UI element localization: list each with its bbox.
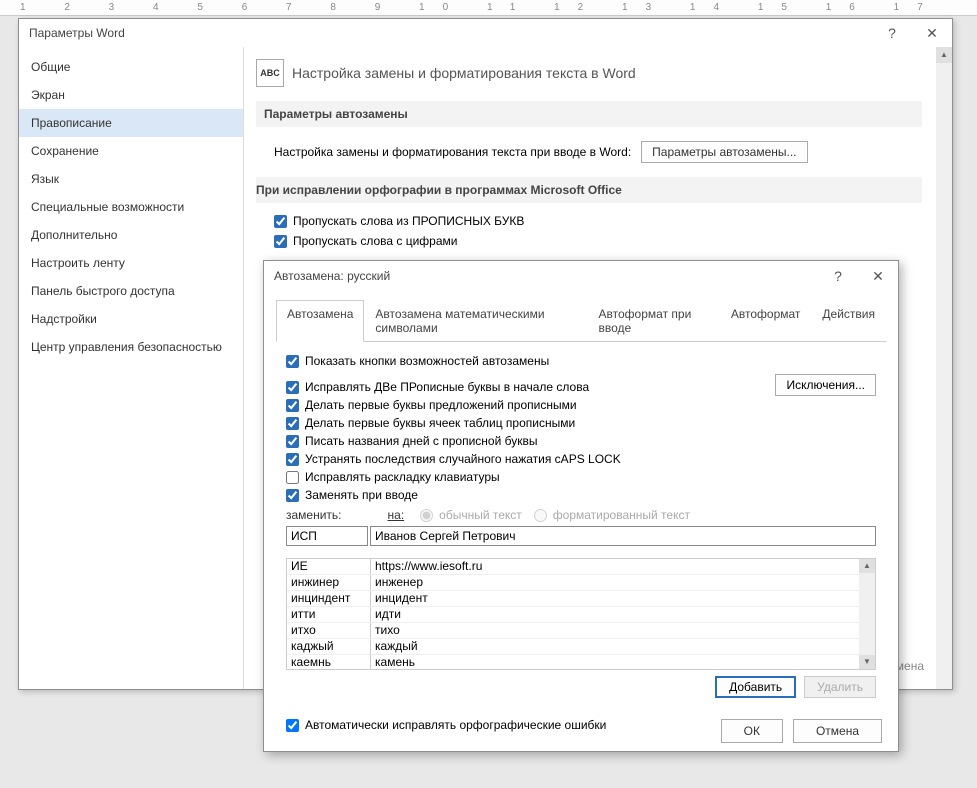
scroll-up-icon[interactable]: ▲	[936, 47, 952, 63]
autocorrect-dialog: Автозамена: русский ? ✕ АвтозаменаАвтоза…	[263, 260, 899, 752]
options-titlebar: Параметры Word ? ✕	[19, 19, 952, 47]
ok-button[interactable]: ОК	[721, 719, 783, 743]
chk-layout-label: Исправлять раскладку клавиатуры	[305, 470, 500, 484]
chk-replace-on-type-label: Заменять при вводе	[305, 488, 418, 502]
autocorrect-title-text: Автозамена: русский	[274, 269, 390, 283]
list-cell-from: каджый	[287, 639, 371, 654]
sidebar-item[interactable]: Дополнительно	[19, 221, 243, 249]
scroll-up-icon[interactable]: ▲	[859, 559, 875, 573]
chk-capslock-label: Устранять последствия случайного нажатия…	[305, 452, 621, 466]
cancel-button[interactable]: Отмена	[793, 719, 882, 743]
tab[interactable]: Автозамена	[276, 300, 364, 342]
exceptions-button[interactable]: Исключения...	[775, 374, 876, 396]
sidebar-item[interactable]: Экран	[19, 81, 243, 109]
chk-cells[interactable]	[286, 417, 299, 430]
sidebar-item[interactable]: Настроить ленту	[19, 249, 243, 277]
hidden-cancel-hint: мена	[896, 659, 924, 673]
list-cell-to: инцидент	[371, 591, 875, 606]
list-cell-to: тихо	[371, 623, 875, 638]
close-icon[interactable]: ✕	[858, 261, 898, 291]
abc-check-icon: ABC	[256, 59, 284, 87]
replace-label: заменить:	[286, 508, 342, 522]
chk-two-caps[interactable]	[286, 381, 299, 394]
autocorrect-params-label: Настройка замены и форматирования текста…	[274, 145, 631, 159]
with-label: на:	[388, 508, 405, 522]
chk-auto-spell[interactable]	[286, 719, 299, 732]
list-row[interactable]: каемнькамень	[287, 655, 875, 670]
main-header-title: Настройка замены и форматирования текста…	[292, 65, 636, 81]
radio-formatted-text	[534, 509, 547, 522]
sidebar-item[interactable]: Панель быстрого доступа	[19, 277, 243, 305]
list-row[interactable]: каджыйкаждый	[287, 639, 875, 655]
list-row[interactable]: инциндентинцидент	[287, 591, 875, 607]
sidebar-item[interactable]: Язык	[19, 165, 243, 193]
sidebar-item[interactable]: Центр управления безопасностью	[19, 333, 243, 361]
sidebar-item[interactable]: Специальные возможности	[19, 193, 243, 221]
chk-days[interactable]	[286, 435, 299, 448]
chk-show-buttons[interactable]	[286, 355, 299, 368]
help-icon[interactable]: ?	[872, 19, 912, 47]
tab[interactable]: Автоформат	[720, 300, 812, 342]
list-row[interactable]: ИЕhttps://www.iesoft.ru	[287, 559, 875, 575]
chk-capslock[interactable]	[286, 453, 299, 466]
list-cell-from: ИЕ	[287, 559, 371, 574]
autocorrect-tabs: АвтозаменаАвтозамена математическими сим…	[276, 299, 886, 342]
ruler: 1 2 3 4 5 6 7 8 9 10 11 12 13 14 15 16 1…	[0, 0, 977, 16]
chk-skip-numbers[interactable]	[274, 235, 287, 248]
sidebar-item[interactable]: Надстройки	[19, 305, 243, 333]
close-icon[interactable]: ✕	[912, 19, 952, 47]
chk-sentence-label: Делать первые буквы предложений прописны…	[305, 398, 577, 412]
chk-days-label: Писать названия дней с прописной буквы	[305, 434, 537, 448]
list-row[interactable]: иттиидти	[287, 607, 875, 623]
list-cell-to: идти	[371, 607, 875, 622]
list-row[interactable]: инжинеринженер	[287, 575, 875, 591]
chk-sentence[interactable]	[286, 399, 299, 412]
sidebar-item[interactable]: Общие	[19, 53, 243, 81]
scroll-down-icon[interactable]: ▼	[859, 655, 875, 669]
options-sidebar: ОбщиеЭкранПравописаниеСохранениеЯзыкСпец…	[19, 47, 244, 689]
list-cell-from: инжинер	[287, 575, 371, 590]
list-cell-to: инженер	[371, 575, 875, 590]
chk-cells-label: Делать первые буквы ячеек таблиц прописн…	[305, 416, 575, 430]
list-cell-to: https://www.iesoft.ru	[371, 559, 875, 574]
list-cell-from: инциндент	[287, 591, 371, 606]
replace-input[interactable]	[286, 526, 368, 546]
with-input[interactable]	[370, 526, 876, 546]
list-cell-to: каждый	[371, 639, 875, 654]
replace-list[interactable]: ИЕhttps://www.iesoft.ruинжинеринженеринц…	[286, 558, 876, 670]
chk-skip-uppercase-label: Пропускать слова из ПРОПИСНЫХ БУКВ	[293, 214, 524, 228]
tab[interactable]: Действия	[811, 300, 886, 342]
chk-auto-spell-label: Автоматически исправлять орфографические…	[305, 718, 606, 732]
list-row[interactable]: итхотихо	[287, 623, 875, 639]
list-cell-from: каемнь	[287, 655, 371, 670]
chk-layout[interactable]	[286, 471, 299, 484]
radio-plain-text	[420, 509, 433, 522]
radio-formatted-text-label: форматированный текст	[553, 508, 690, 522]
section-spell-check: При исправлении орфографии в программах …	[256, 177, 922, 203]
scrollbar[interactable]: ▲	[936, 47, 952, 689]
delete-button: Удалить	[804, 676, 876, 698]
list-scrollbar[interactable]: ▲ ▼	[859, 559, 875, 669]
list-cell-to: камень	[371, 655, 875, 670]
options-title-text: Параметры Word	[29, 26, 125, 40]
autocorrect-params-button[interactable]: Параметры автозамены...	[641, 141, 807, 163]
chk-skip-numbers-label: Пропускать слова с цифрами	[293, 234, 457, 248]
sidebar-item[interactable]: Правописание	[19, 109, 243, 137]
list-cell-from: итхо	[287, 623, 371, 638]
chk-replace-on-type[interactable]	[286, 489, 299, 502]
tab[interactable]: Автозамена математическими символами	[364, 300, 587, 342]
radio-plain-text-label: обычный текст	[439, 508, 522, 522]
list-cell-from: итти	[287, 607, 371, 622]
sidebar-item[interactable]: Сохранение	[19, 137, 243, 165]
add-button[interactable]: Добавить	[715, 676, 796, 698]
help-icon[interactable]: ?	[818, 261, 858, 291]
section-autocorrect-params: Параметры автозамены	[256, 101, 922, 127]
chk-two-caps-label: Исправлять ДВе ПРописные буквы в начале …	[305, 380, 589, 394]
autocorrect-titlebar: Автозамена: русский ? ✕	[264, 261, 898, 291]
chk-skip-uppercase[interactable]	[274, 215, 287, 228]
chk-show-buttons-label: Показать кнопки возможностей автозамены	[305, 354, 549, 368]
tab[interactable]: Автоформат при вводе	[588, 300, 720, 342]
